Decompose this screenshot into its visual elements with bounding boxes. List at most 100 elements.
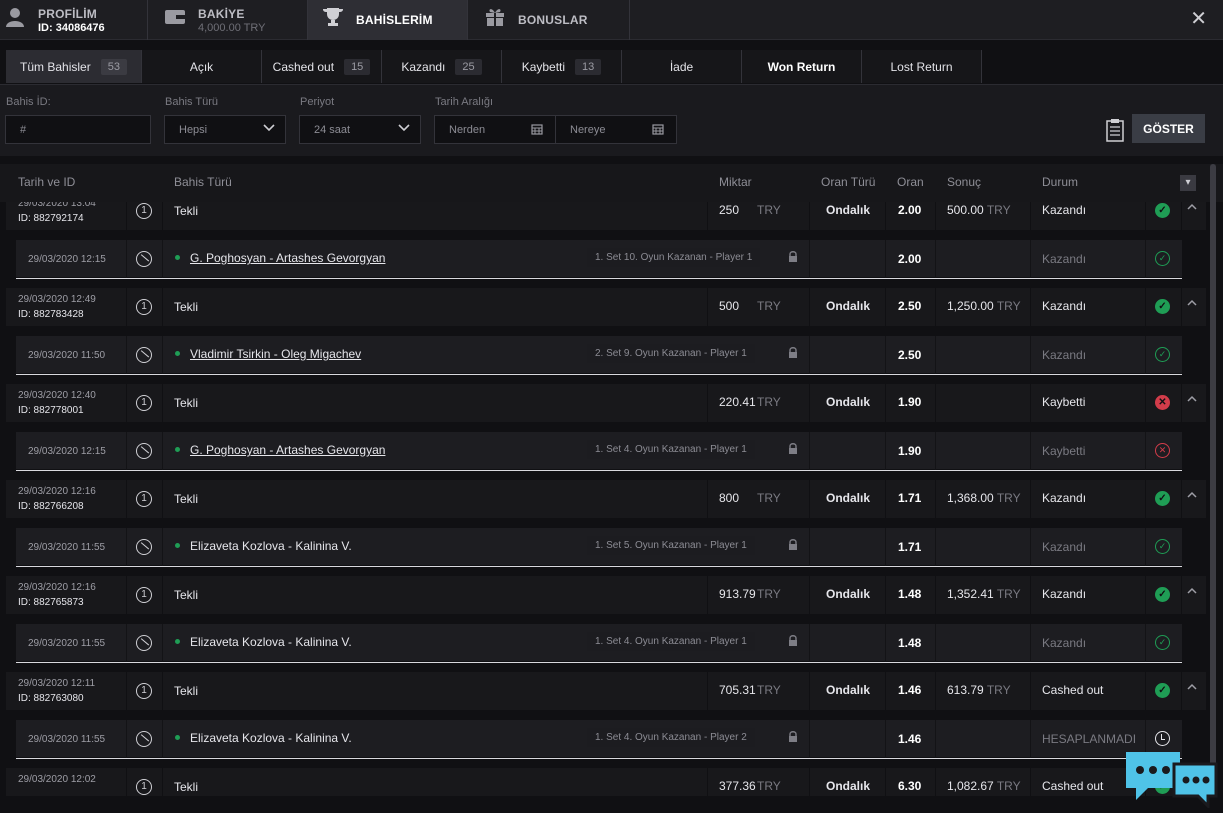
match-name[interactable]: Elizaveta Kozlova - Kalinina V.: [190, 731, 352, 745]
tab-won[interactable]: Kazandı 25: [382, 50, 502, 83]
bet-selection-row: 29/03/2020 11:55 Elizaveta Kozlova - Kal…: [6, 624, 1206, 663]
show-button[interactable]: GÖSTER: [1132, 114, 1205, 143]
chat-icon[interactable]: [1122, 748, 1218, 810]
bet-odds-type: Ondalık: [826, 683, 871, 697]
bet-row[interactable]: 29/03/2020 12:40 ID: 882778001 1 Tekli 2…: [6, 384, 1206, 422]
tab-count: 53: [100, 58, 127, 75]
tennis-ball-icon: [136, 539, 152, 555]
bet-row[interactable]: 29/03/2020 13:04 ID: 882792174 1 Tekli 2…: [6, 202, 1206, 230]
bet-type: Tekli: [174, 684, 199, 698]
match-name[interactable]: G. Poghosyan - Artashes Gevorgyan: [190, 443, 385, 457]
tennis-ball-icon: [136, 731, 152, 747]
bet-result-amount: 1,368.00: [947, 491, 994, 505]
tab-all-bets[interactable]: Tüm Bahisler 53: [6, 50, 142, 83]
balance-label: BAKİYE: [198, 6, 245, 21]
bet-currency: TRY: [757, 395, 781, 409]
bets-table-body: 29/03/2020 13:04 ID: 882792174 1 Tekli 2…: [6, 202, 1206, 796]
gift-icon: [482, 7, 508, 33]
bet-odds: 2.00: [898, 203, 922, 217]
calendar-icon: [652, 123, 664, 138]
tab-open[interactable]: Açık: [142, 50, 262, 83]
tab-won-return[interactable]: Won Return: [742, 50, 862, 83]
bet-row[interactable]: 29/03/2020 12:16 ID: 882765873 1 Tekli 9…: [6, 576, 1206, 614]
check-circle-icon: ✓: [1155, 299, 1170, 314]
chevron-up-icon[interactable]: [1187, 202, 1197, 214]
chevron-up-icon[interactable]: [1187, 298, 1197, 310]
live-dot-icon: [175, 255, 180, 260]
bet-result-amount: 500.00: [947, 203, 984, 217]
date-from-input[interactable]: Nerden: [434, 115, 556, 144]
bet-row[interactable]: 29/03/2020 12:02 1 Tekli 377.36 TRY Onda…: [6, 768, 1206, 796]
date-to-input[interactable]: Nereye: [555, 115, 677, 144]
scrollbar-thumb[interactable]: [1210, 164, 1216, 784]
filter-panel: Bahis İD: # Bahis Türü Hepsi Periyot 24 …: [0, 84, 1223, 156]
bet-row[interactable]: 29/03/2020 12:49 ID: 882783428 1 Tekli 5…: [6, 288, 1206, 326]
bet-row[interactable]: 29/03/2020 12:16 ID: 882766208 1 Tekli 8…: [6, 480, 1206, 518]
scrollbar[interactable]: [1210, 164, 1216, 794]
bet-date: 29/03/2020 12:11: [18, 678, 96, 689]
clipboard-icon[interactable]: [1105, 118, 1125, 147]
row-divider: [16, 758, 1182, 759]
match-status: Kaybetti: [1042, 444, 1086, 458]
nav-bonuses[interactable]: BONUSLAR: [468, 0, 630, 40]
bet-currency: TRY: [757, 779, 781, 793]
bet-odds-type: Ondalık: [826, 395, 871, 409]
table-header: Tarih ve ID Bahis Türü Miktar Oran Türü …: [0, 164, 1223, 202]
lock-icon: [788, 731, 798, 746]
nav-balance[interactable]: BAKİYE 4,000.00 TRY: [148, 0, 308, 40]
bet-odds-type: Ondalık: [826, 299, 871, 313]
bet-currency: TRY: [757, 587, 781, 601]
tab-lost[interactable]: Kaybetti 13: [502, 50, 622, 83]
user-icon: [2, 6, 28, 34]
bet-status: Kazandı: [1042, 491, 1087, 505]
match-date: 29/03/2020 12:15: [28, 446, 106, 457]
chevron-up-icon[interactable]: [1187, 394, 1197, 406]
tab-lost-return[interactable]: Lost Return: [862, 50, 982, 83]
bet-count-icon: 1: [136, 779, 152, 795]
match-name[interactable]: Elizaveta Kozlova - Kalinina V.: [190, 635, 352, 649]
collapse-all-icon[interactable]: ▾: [1180, 175, 1196, 191]
tab-refund[interactable]: İade: [622, 50, 742, 83]
match-name[interactable]: Elizaveta Kozlova - Kalinina V.: [190, 539, 352, 553]
date-from-placeholder: Nerden: [449, 123, 486, 136]
match-status: Kazandı: [1042, 348, 1087, 362]
match-name[interactable]: G. Poghosyan - Artashes Gevorgyan: [190, 251, 385, 265]
bet-type: Tekli: [174, 588, 199, 602]
bet-result-amount: 613.79: [947, 683, 984, 697]
chevron-up-icon[interactable]: [1187, 682, 1197, 694]
close-icon[interactable]: ✕: [1190, 6, 1207, 31]
tennis-ball-icon: [136, 347, 152, 363]
bet-result: 613.79 TRY: [947, 683, 1011, 697]
match-name[interactable]: Vladimir Tsirkin - Oleg Migachev: [190, 347, 361, 361]
chevron-up-icon[interactable]: [1187, 586, 1197, 598]
bonuses-label: BONUSLAR: [518, 13, 588, 27]
bet-odds-type: Ondalık: [826, 587, 871, 601]
tab-label: Kaybetti: [521, 59, 566, 74]
bet-id: ID: 882792174: [18, 213, 84, 224]
bet-row[interactable]: 29/03/2020 12:11 ID: 882763080 1 Tekli 7…: [6, 672, 1206, 710]
live-dot-icon: [175, 639, 180, 644]
check-circle-icon: ✓: [1155, 635, 1170, 650]
nav-my-bets[interactable]: BAHİSLERİM: [308, 0, 468, 40]
x-circle-icon: ✕: [1155, 443, 1170, 458]
bet-type-select[interactable]: Hepsi: [164, 115, 286, 144]
lock-icon: [788, 635, 798, 650]
bet-date: 29/03/2020 13:04: [18, 202, 96, 209]
col-amount: Miktar: [719, 175, 752, 189]
bet-odds-type: Ondalık: [826, 779, 871, 793]
match-market: 1. Set 10. Oyun Kazanan - Player 1: [587, 248, 761, 267]
bet-id: ID: 882778001: [18, 405, 84, 416]
chevron-up-icon[interactable]: [1187, 490, 1197, 502]
period-select[interactable]: 24 saat: [299, 115, 421, 144]
match-market: 2. Set 9. Oyun Kazanan - Player 1: [587, 344, 755, 363]
chevron-down-icon: [398, 123, 410, 135]
bet-odds-type: Ondalık: [826, 203, 871, 217]
nav-profile[interactable]: PROFİLİM ID: 34086476: [0, 0, 148, 40]
bet-id-input[interactable]: #: [5, 115, 151, 144]
wallet-icon: [162, 8, 188, 32]
tennis-ball-icon: [136, 251, 152, 267]
live-dot-icon: [175, 735, 180, 740]
check-circle-icon: ✓: [1155, 491, 1170, 506]
tab-cashed-out[interactable]: Cashed out 15: [262, 50, 382, 83]
bet-odds-type: Ondalık: [826, 491, 871, 505]
